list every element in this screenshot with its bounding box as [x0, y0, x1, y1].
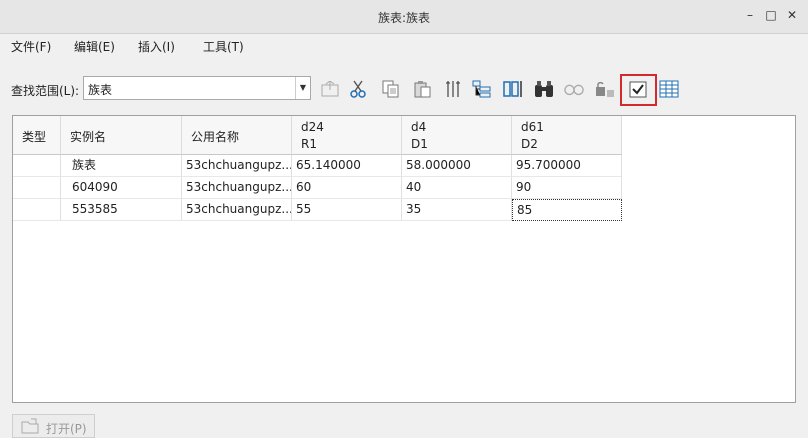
- open-folder-icon: [21, 418, 39, 437]
- menu-bar: 文件(F) 编辑(E) 插入(I) 工具(T): [0, 34, 808, 58]
- maximize-button[interactable]: □: [764, 8, 778, 22]
- chevron-down-icon[interactable]: ▼: [295, 77, 310, 99]
- table-cell[interactable]: 60: [292, 177, 402, 199]
- insert-column-icon[interactable]: [443, 79, 463, 99]
- minimize-button[interactable]: –: [743, 8, 757, 22]
- table-cell[interactable]: 604090: [61, 177, 182, 199]
- structure-icon[interactable]: [472, 79, 492, 99]
- toolbar: 查找范围(L): 族表 ▼: [0, 70, 808, 108]
- menu-file[interactable]: 文件(F): [11, 38, 51, 55]
- close-button[interactable]: ✕: [785, 8, 799, 22]
- column-header-d61[interactable]: d61 D2: [512, 116, 622, 155]
- menu-tools[interactable]: 工具(T): [203, 38, 244, 55]
- go-up-icon[interactable]: [320, 79, 340, 99]
- column-header-d4[interactable]: d4 D1: [402, 116, 512, 155]
- scope-combobox[interactable]: 族表 ▼: [83, 76, 311, 100]
- column-header-instance-name[interactable]: 实例名: [61, 116, 182, 155]
- table-cell[interactable]: 族表: [61, 155, 182, 177]
- highlight-box: [620, 74, 657, 106]
- table-cell[interactable]: 53chchuangupz...: [182, 199, 292, 221]
- table-view-icon[interactable]: [659, 79, 679, 99]
- table-cell[interactable]: 53chchuangupz...: [182, 177, 292, 199]
- copy-icon[interactable]: [381, 79, 401, 99]
- column-header-type[interactable]: 类型: [13, 116, 61, 155]
- find-binoculars-icon[interactable]: [534, 79, 554, 99]
- table-cell[interactable]: 55: [292, 199, 402, 221]
- table-cell[interactable]: 53chchuangupz...: [182, 155, 292, 177]
- table-cell[interactable]: 40: [402, 177, 512, 199]
- table-cell[interactable]: 65.140000: [292, 155, 402, 177]
- family-table-grid[interactable]: 类型 实例名 公用名称 d24 R1 d4 D1 d61 D2 族表 53chc…: [12, 115, 796, 403]
- menu-insert[interactable]: 插入(I): [138, 38, 175, 55]
- window-title: 族表:族表: [377, 11, 431, 25]
- table-cell-selected[interactable]: 85: [512, 199, 622, 221]
- cut-icon[interactable]: [348, 79, 368, 99]
- table-cell[interactable]: 35: [402, 199, 512, 221]
- table-cell[interactable]: 553585: [61, 199, 182, 221]
- open-button-label: 打开(P): [46, 422, 87, 436]
- scope-value: 族表: [88, 83, 113, 97]
- glasses-icon[interactable]: [564, 79, 584, 99]
- paste-icon[interactable]: [412, 79, 432, 99]
- table-cell[interactable]: [13, 177, 61, 199]
- title-bar: 族表:族表 – □ ✕: [0, 0, 808, 34]
- table-cell[interactable]: [13, 199, 61, 221]
- table-cell[interactable]: [13, 155, 61, 177]
- lock-icon[interactable]: [595, 79, 615, 99]
- table-cell[interactable]: 90: [512, 177, 622, 199]
- scope-label: 查找范围(L):: [11, 84, 80, 98]
- column-edit-icon[interactable]: [503, 79, 523, 99]
- table-cell[interactable]: 95.700000: [512, 155, 622, 177]
- column-header-d24[interactable]: d24 R1: [292, 116, 402, 155]
- open-button[interactable]: 打开(P): [12, 414, 95, 438]
- table-cell[interactable]: 58.000000: [402, 155, 512, 177]
- column-header-common-name[interactable]: 公用名称: [182, 116, 292, 155]
- menu-edit[interactable]: 编辑(E): [74, 38, 115, 55]
